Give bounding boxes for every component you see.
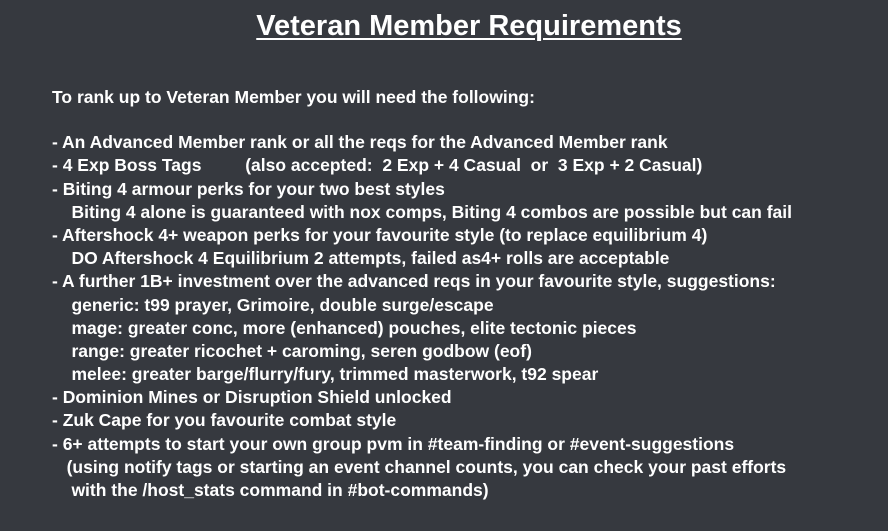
req-line: - An Advanced Member rank or all the req… [52, 132, 668, 153]
req-line: generic: t99 prayer, Grimoire, double su… [52, 294, 494, 315]
req-line: - A further 1B+ investment over the adva… [52, 271, 776, 292]
req-line: range: greater ricochet + caroming, sere… [52, 340, 532, 361]
req-line: - Biting 4 armour perks for your two bes… [52, 178, 445, 199]
req-line: - Zuk Cape for you favourite combat styl… [52, 410, 397, 431]
req-line: - Aftershock 4+ weapon perks for your fa… [52, 224, 708, 245]
req-line: DO Aftershock 4 Equilibrium 2 attempts, … [52, 248, 670, 269]
req-line: - Dominion Mines or Disruption Shield un… [52, 387, 452, 408]
page-title: Veteran Member Requirements [256, 10, 682, 42]
intro-text: To rank up to Veteran Member you will ne… [52, 87, 535, 107]
req-line: - 6+ attempts to start your own group pv… [52, 433, 735, 454]
req-line: with the /host_stats command in #bot-com… [52, 480, 489, 500]
requirements-body: To rank up to Veteran Member you will ne… [52, 86, 792, 502]
req-line: - 4 Exp Boss Tags (also accepted: 2 Exp … [52, 155, 703, 176]
req-line: Biting 4 alone is guaranteed with nox co… [52, 201, 792, 222]
req-line: mage: greater conc, more (enhanced) pouc… [52, 317, 637, 338]
req-line: (using notify tags or starting an event … [52, 456, 787, 477]
req-line: melee: greater barge/flurry/fury, trimme… [52, 364, 599, 385]
